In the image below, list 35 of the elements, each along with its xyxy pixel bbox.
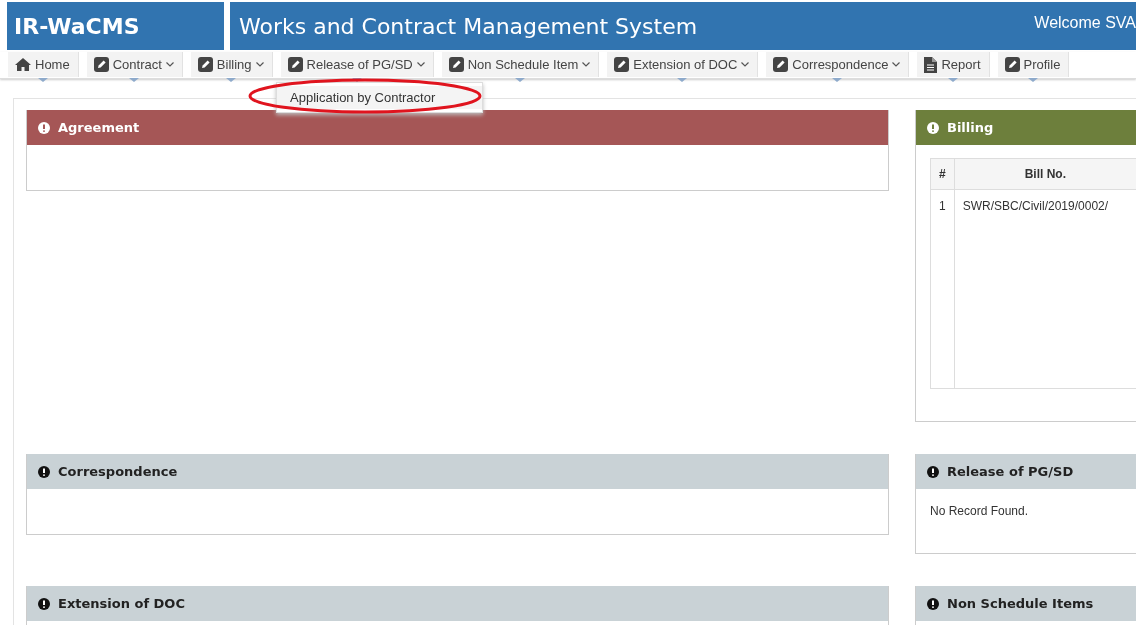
caret-icon [582, 62, 591, 67]
panel-title: Agreement [58, 120, 140, 135]
column-header: # [930, 158, 955, 190]
panel-title: Correspondence [58, 464, 178, 479]
table-cell: 1 [930, 189, 955, 389]
panel-title: Release of PG/SD [947, 464, 1074, 479]
panel-title: Extension of DOC [58, 596, 185, 611]
pencil-icon [773, 57, 789, 72]
pencil-icon [197, 57, 213, 72]
panel-title: Non Schedule Items [947, 596, 1094, 611]
column-header: Bill No. [954, 158, 1136, 190]
pencil-icon [1004, 57, 1020, 72]
home-icon [15, 58, 31, 71]
alert-icon [927, 597, 939, 610]
panel-title: Billing [947, 120, 994, 135]
alert-icon [927, 121, 939, 134]
alert-icon [38, 121, 50, 134]
caret-icon [741, 62, 750, 67]
caret-icon [416, 62, 425, 67]
pencil-icon [93, 57, 109, 72]
app-logo: IR-WaCMS [14, 13, 140, 39]
pencil-icon [287, 57, 303, 72]
alert-icon [38, 465, 50, 478]
document-icon [924, 56, 938, 73]
dropdown-item[interactable]: Application by Contractor [277, 86, 482, 109]
empty-message: No Record Found. [929, 503, 1030, 520]
alert-icon [38, 597, 50, 610]
pencil-icon [448, 57, 464, 72]
alert-icon [927, 465, 939, 478]
caret-icon [255, 62, 264, 67]
caret-icon [892, 62, 901, 67]
app-title: Works and Contract Management System [239, 13, 698, 39]
pencil-icon [614, 57, 630, 72]
welcome-text: Welcome SVA [1034, 14, 1136, 32]
caret-icon [165, 62, 174, 67]
